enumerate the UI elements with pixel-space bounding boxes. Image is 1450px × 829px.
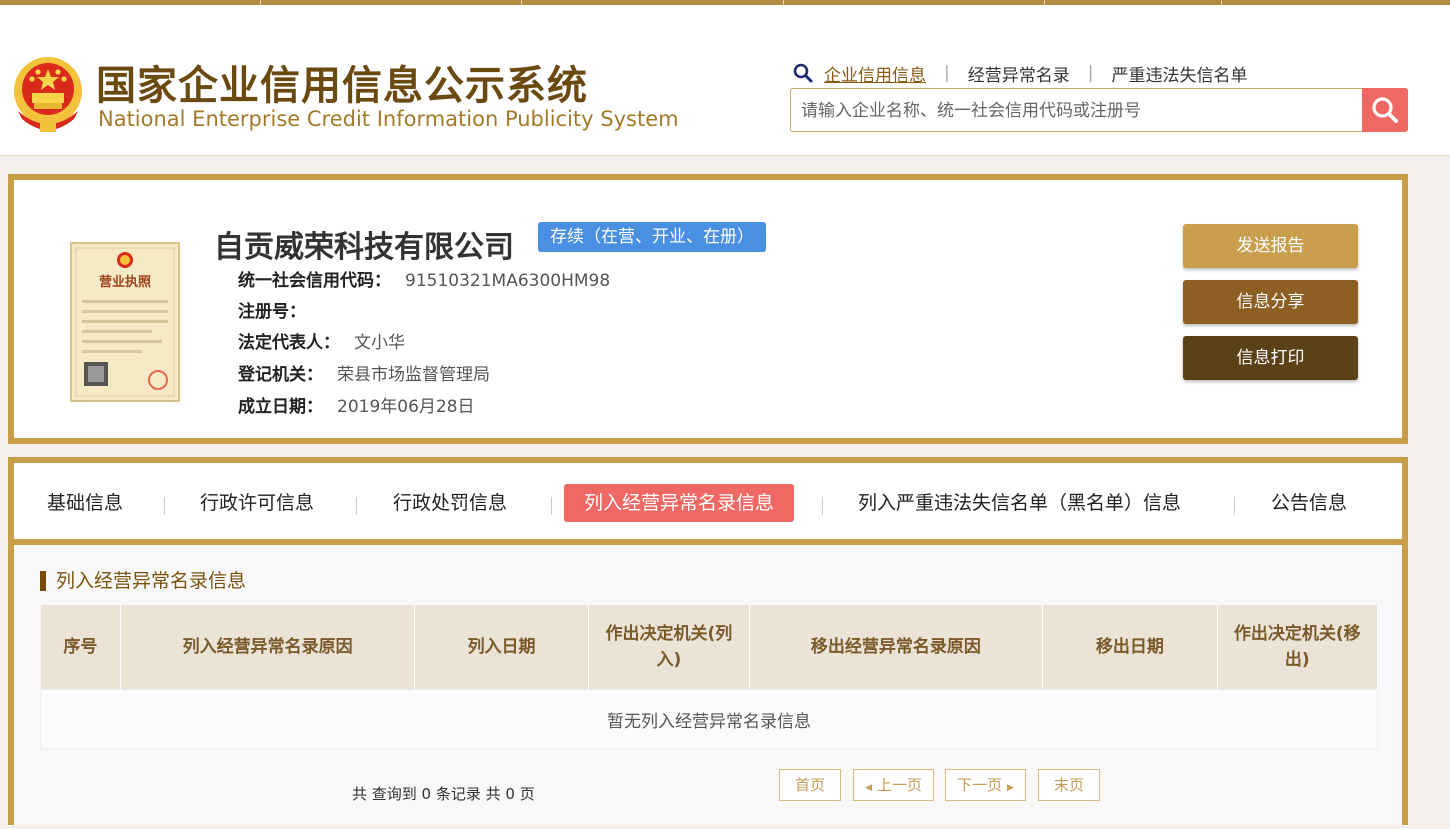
last-page-button[interactable]: 末页	[1038, 769, 1100, 801]
company-name: 自贡威荣科技有限公司	[214, 230, 514, 265]
column-header-removal-date: 移出日期	[1042, 605, 1218, 690]
table-header-row: 序号 列入经营异常名录原因 列入日期 作出决定机关(列入) 移出经营异常名录原因…	[40, 605, 1379, 690]
next-page-label: 下一页	[957, 776, 1003, 794]
column-header-removal-authority: 作出决定机关(移出)	[1217, 605, 1379, 690]
field-registration-authority: 登记机关： 荣县市场监督管理局	[238, 360, 490, 385]
tab-separator	[356, 497, 357, 515]
nav-separator: |	[1087, 63, 1094, 83]
send-report-button[interactable]: 发送报告	[1183, 224, 1358, 268]
column-header-listing-authority: 作出决定机关(列入)	[588, 605, 750, 690]
tab-separator	[822, 497, 823, 515]
tab-separator	[164, 497, 165, 515]
print-info-button[interactable]: 信息打印	[1183, 336, 1358, 380]
column-header-index: 序号	[40, 605, 122, 690]
first-page-button[interactable]: 首页	[779, 769, 841, 801]
nav-link-abnormal-list[interactable]: 经营异常名录	[968, 61, 1070, 86]
next-page-button[interactable]: 下一页 ▶	[945, 769, 1026, 801]
share-info-button[interactable]: 信息分享	[1183, 280, 1358, 324]
next-arrow-icon: ▶	[1006, 783, 1014, 793]
license-title: 营业执照	[99, 274, 151, 290]
tab-basic-info[interactable]: 基础信息	[47, 484, 123, 522]
prev-arrow-icon: ◀	[865, 783, 873, 793]
tab-blacklist[interactable]: 列入严重违法失信名单（黑名单）信息	[858, 484, 1181, 522]
tab-separator	[551, 497, 552, 515]
tab-announcements[interactable]: 公告信息	[1271, 484, 1347, 522]
field-registration-number: 注册号：	[238, 297, 320, 322]
site-title-chinese: 国家企业信用信息公示系统	[96, 63, 588, 109]
tab-separator	[1234, 497, 1235, 515]
site-title-english: National Enterprise Credit Information P…	[98, 107, 679, 131]
detail-panel: 基础信息 行政许可信息 行政处罚信息 列入经营异常名录信息 列入严重违法失信名单…	[8, 457, 1408, 825]
magnifier-icon	[793, 63, 813, 83]
header-nav: 企业信用信息 | 经营异常名录 | 严重违法失信名单	[792, 61, 1247, 86]
national-emblem-icon	[14, 57, 82, 132]
field-credit-code: 统一社会信用代码： 91510321MA6300HM98	[238, 266, 610, 291]
field-value: 荣县市场监督管理局	[337, 365, 490, 385]
nav-separator: |	[944, 63, 950, 83]
field-value: 2019年06月28日	[337, 397, 475, 417]
column-header-listing-date: 列入日期	[414, 605, 590, 690]
tab-admin-penalty[interactable]: 行政处罚信息	[393, 484, 507, 522]
column-header-removal-reason: 移出经营异常名录原因	[749, 605, 1044, 690]
prev-page-button[interactable]: ◀ 上一页	[853, 769, 934, 801]
search-button[interactable]	[1362, 88, 1408, 132]
nav-link-credit-info[interactable]: 企业信用信息	[824, 61, 926, 86]
site-header: 国家企业信用信息公示系统 National Enterprise Credit …	[0, 5, 1450, 156]
nav-link-blacklist[interactable]: 严重违法失信名单	[1111, 61, 1247, 86]
status-badge: 存续（在营、开业、在册）	[538, 222, 766, 252]
field-label: 法定代表人：	[238, 333, 340, 353]
tab-abnormal-list[interactable]: 列入经营异常名录信息	[564, 484, 795, 522]
search-input[interactable]	[799, 97, 1363, 125]
section-title: 列入经营异常名录信息	[40, 571, 246, 591]
field-label: 成立日期：	[238, 397, 323, 417]
prev-page-label: 上一页	[876, 776, 922, 794]
field-label: 注册号：	[238, 302, 306, 322]
company-info-card: 营业执照 自贡威荣科技有限公司 存续（在营、开业、在册） 统一社会信用代码： 91…	[8, 174, 1408, 444]
search-icon	[1372, 97, 1398, 123]
field-establish-date: 成立日期： 2019年06月28日	[238, 392, 475, 417]
abnormal-list-table: 序号 列入经营异常名录原因 列入日期 作出决定机关(列入) 移出经营异常名录原因…	[40, 605, 1379, 749]
table-row: 暂无列入经营异常名录信息	[40, 689, 1378, 749]
field-value: 91510321MA6300HM98	[405, 271, 611, 291]
empty-table-message: 暂无列入经营异常名录信息	[40, 689, 1378, 749]
column-header-listing-reason: 列入经营异常名录原因	[120, 605, 415, 690]
tab-bar: 基础信息 行政许可信息 行政处罚信息 列入经营异常名录信息 列入严重违法失信名单…	[14, 463, 1402, 545]
field-label: 登记机关：	[238, 365, 323, 385]
field-legal-representative: 法定代表人： 文小华	[238, 328, 405, 353]
tab-admin-license[interactable]: 行政许可信息	[200, 484, 314, 522]
field-label: 统一社会信用代码：	[238, 271, 391, 291]
search-box	[790, 88, 1408, 132]
business-license-icon: 营业执照	[70, 242, 180, 402]
field-value: 文小华	[354, 333, 405, 353]
pager-summary: 共 查询到 0 条记录 共 0 页	[352, 785, 535, 803]
